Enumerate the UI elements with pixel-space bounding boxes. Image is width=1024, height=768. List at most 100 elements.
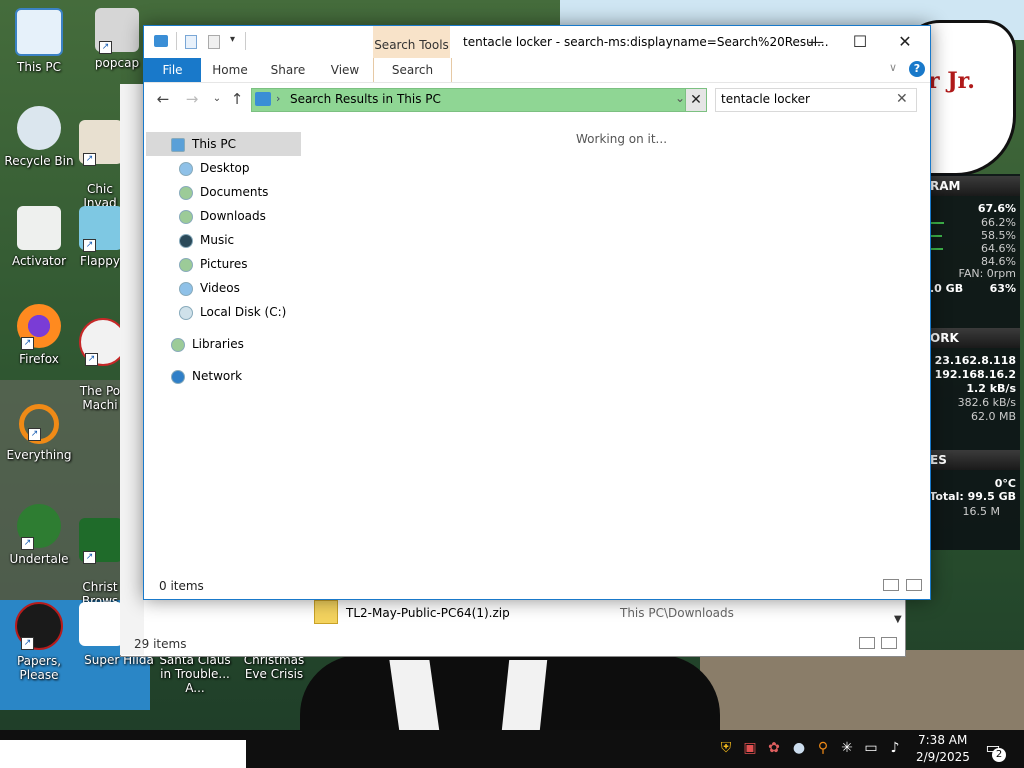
pictures-folder-icon (179, 257, 193, 272)
large-icons-view-icon[interactable] (881, 637, 897, 649)
minimize-button[interactable]: — (793, 26, 839, 58)
desktop-icon-santa-claus[interactable]: Santa Claus in Trouble... A... (155, 653, 235, 695)
volume-icon[interactable]: ♪ (886, 738, 904, 758)
address-dropdown-icon[interactable]: ⌄ (675, 91, 685, 105)
scroll-down-icon[interactable]: ▼ (894, 614, 902, 625)
wallpaper-pavement (700, 650, 1024, 740)
desktop-icon-activator[interactable]: Activator (1, 206, 77, 268)
wallpaper-speech-text: r Jr. (928, 68, 975, 94)
back-arrow-icon[interactable]: ← (152, 88, 174, 110)
quick-access-divider (176, 32, 177, 50)
clear-search-icon[interactable]: ✕ (896, 91, 908, 107)
address-path: Search Results in This PC (290, 92, 441, 106)
tab-search[interactable]: Search (373, 58, 452, 82)
network-icon[interactable]: ▭ (862, 738, 880, 758)
gadget-ram-header: RAM (928, 176, 1020, 196)
search-result-location: This PC\Downloads (620, 606, 734, 620)
gadget-ip-external: 23.162.8.118 (934, 354, 1016, 367)
close-button[interactable]: ✕ (882, 26, 928, 58)
desktop-icon-undertale[interactable]: ↗ Undertale (1, 504, 77, 566)
desktop-icon-papers-please[interactable]: ↗ Papers, Please (1, 602, 77, 682)
desktop-icon-recycle-bin[interactable]: Recycle Bin (1, 106, 77, 168)
nav-item-pictures[interactable]: Pictures (179, 253, 248, 275)
desktop-icon-super-hilda[interactable] (79, 602, 123, 650)
shortcut-arrow-icon: ↗ (83, 153, 96, 166)
activator-icon (17, 206, 61, 250)
breadcrumb-chevron-icon[interactable]: › (276, 92, 280, 105)
nav-item-videos[interactable]: Videos (179, 277, 240, 299)
desktop-icon-everything[interactable]: ↗ Everything (1, 404, 77, 462)
gadget-disk-rate: 16.5 M (962, 505, 1000, 518)
nav-item-label: Local Disk (C:) (200, 305, 287, 319)
clock-date[interactable]: 2/9/2025 (916, 750, 970, 764)
desktop-icon-christmas-browser[interactable]: ↗ Christ Brows (79, 504, 121, 608)
desktop-icon-label: Santa Claus in Trouble... A... (159, 653, 231, 695)
desktop-icon-firefox[interactable]: ↗ Firefox (1, 304, 77, 366)
maximize-button[interactable]: ☐ (837, 26, 883, 58)
gadget-fan: FAN: 0rpm (958, 267, 1017, 280)
everything-search-icon[interactable]: ⚲ (814, 738, 832, 758)
desktop-icon-this-pc[interactable]: This PC (1, 8, 77, 74)
taskbar-search-area[interactable] (0, 740, 246, 768)
this-pc-icon (171, 137, 185, 152)
help-button[interactable]: ? (909, 61, 925, 77)
clock-time[interactable]: 7:38 AM (918, 733, 967, 747)
nav-item-label: Pictures (200, 257, 248, 271)
nav-item-libraries[interactable]: Libraries (171, 333, 244, 355)
tray-app-icon[interactable]: ▣ (741, 738, 759, 758)
background-status-count: 29 items (134, 637, 187, 651)
nav-item-downloads[interactable]: Downloads (179, 205, 266, 227)
desktop-icon-christmas-eve-crisis[interactable]: Christmas Eve Crisis (234, 653, 314, 681)
security-shield-icon[interactable]: ⛨ (717, 738, 735, 758)
nav-item-this-pc[interactable]: This PC (171, 133, 236, 155)
details-view-icon[interactable] (859, 637, 875, 649)
stop-search-button[interactable]: ✕ (685, 88, 707, 112)
gadget-network-header: ORK (928, 328, 1020, 348)
shortcut-arrow-icon: ↗ (21, 637, 34, 650)
nav-item-documents[interactable]: Documents (179, 181, 268, 203)
up-arrow-icon[interactable]: ↑ (226, 88, 248, 110)
recent-locations-chevron-icon[interactable]: ⌄ (206, 88, 228, 110)
gadget-ip-internal: 192.168.16.2 (934, 368, 1016, 381)
tab-home[interactable]: Home (201, 58, 259, 82)
search-location-icon (255, 92, 271, 106)
search-input[interactable]: tentacle locker ✕ (715, 88, 917, 112)
tab-file[interactable]: File (144, 58, 201, 82)
the-po-machi-icon: ↗ (79, 318, 121, 366)
flappy-icon: ↗ (79, 206, 121, 252)
details-view-icon[interactable] (883, 579, 899, 591)
gadget-disks-header: ES (928, 450, 1020, 470)
nav-item-local-disk[interactable]: Local Disk (C:) (179, 301, 286, 323)
nav-item-label: Desktop (200, 161, 250, 175)
gadget-cpu-value: 64.6% (981, 242, 1016, 255)
expand-ribbon-chevron-icon[interactable]: ∨ (889, 61, 897, 74)
file-explorer-window[interactable]: ▾ Search Tools tentacle locker - search-… (143, 25, 931, 600)
gadget-net-total: 62.0 MB (970, 410, 1016, 423)
chicken-invaders-icon: ↗ (79, 120, 121, 166)
nav-item-label: Network (192, 369, 243, 383)
forward-arrow-icon[interactable]: → (181, 88, 203, 110)
address-bar[interactable]: › Search Results in This PC ⌄ (251, 88, 705, 112)
everything-search-icon: ↗ (19, 404, 59, 444)
search-result-row[interactable]: TL2-May-Public-PC64(1).zip This PC\Downl… (312, 600, 902, 628)
nav-item-desktop[interactable]: Desktop (179, 157, 250, 179)
tray-drop-icon[interactable]: ● (790, 738, 808, 758)
nav-item-network[interactable]: Network (171, 365, 242, 387)
desktop-icon-chicken-invaders[interactable]: ↗ Chic Invad (79, 106, 121, 210)
desktop-icon-label: Flappy (80, 254, 120, 268)
large-icons-view-icon[interactable] (906, 579, 922, 591)
nav-item-label: Libraries (192, 337, 244, 351)
nav-item-music[interactable]: Music (179, 229, 234, 251)
customize-quick-access-icon[interactable]: ▾ (230, 34, 235, 45)
tray-app-icon[interactable]: ✿ (765, 738, 783, 758)
tab-share[interactable]: Share (259, 58, 317, 82)
tab-view[interactable]: View (317, 58, 373, 82)
this-pc-icon (15, 8, 63, 56)
desktop-icon-the-po-machi[interactable]: ↗ The Po Machi (79, 304, 121, 412)
new-folder-icon[interactable] (208, 35, 220, 49)
gadget-ram-total: .0 GB (930, 282, 964, 295)
desktop-icon-flappy[interactable]: ↗ Flappy (79, 206, 121, 268)
downloads-folder-icon (179, 209, 193, 224)
tray-spark-icon[interactable]: ✳ (838, 738, 856, 758)
properties-icon[interactable] (185, 35, 197, 49)
